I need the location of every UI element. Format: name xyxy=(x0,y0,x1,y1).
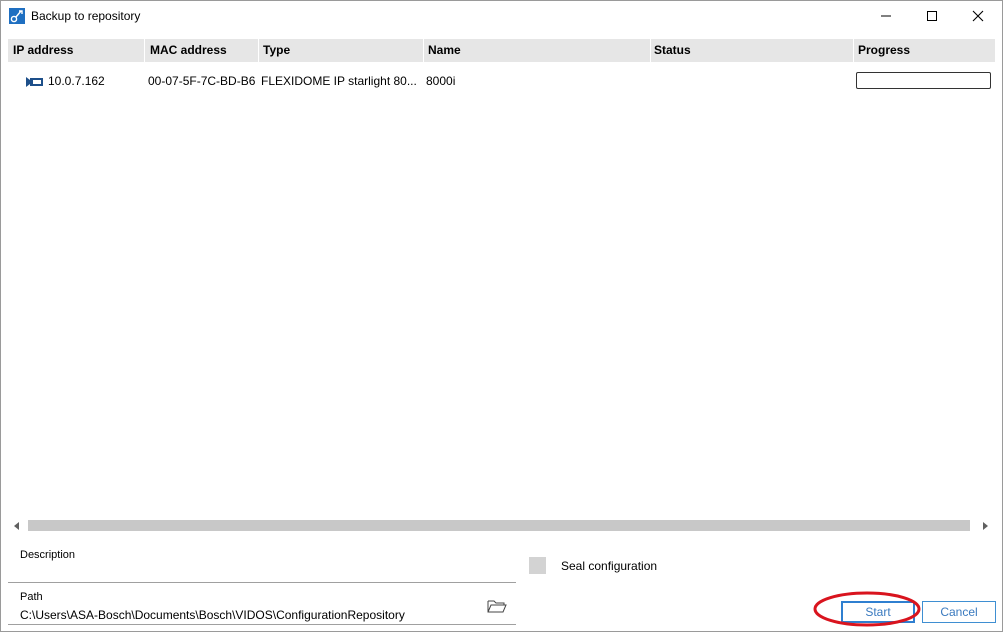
cell-ip: 10.0.7.162 xyxy=(48,74,105,88)
cell-status xyxy=(653,69,849,93)
table-row[interactable]: 10.0.7.162 00-07-5F-7C-BD-B6 FLEXIDOME I… xyxy=(8,69,995,93)
maximize-button[interactable] xyxy=(909,1,955,31)
column-header-progress[interactable]: Progress xyxy=(853,39,995,62)
column-header-type[interactable]: Type xyxy=(258,39,423,62)
cell-mac: 00-07-5F-7C-BD-B6 xyxy=(148,74,256,88)
cell-name: 8000i xyxy=(426,74,456,88)
scrollbar-thumb[interactable] xyxy=(28,520,970,531)
column-header-name[interactable]: Name xyxy=(423,39,649,62)
cell-type: FLEXIDOME IP starlight 80... xyxy=(261,74,417,88)
table-header: IP address MAC address Type Name Status … xyxy=(8,39,995,62)
app-icon xyxy=(9,8,25,24)
close-icon xyxy=(972,10,984,22)
maximize-icon xyxy=(927,11,937,21)
folder-icon[interactable] xyxy=(487,599,507,613)
camera-device-icon xyxy=(26,76,44,90)
column-header-mac[interactable]: MAC address xyxy=(145,39,258,62)
minimize-icon xyxy=(881,15,891,17)
minimize-button[interactable] xyxy=(863,1,909,31)
description-field[interactable] xyxy=(8,582,516,583)
horizontal-scrollbar[interactable] xyxy=(8,518,995,532)
title-bar[interactable]: Backup to repository xyxy=(1,1,1002,31)
scroll-left-icon[interactable] xyxy=(12,520,22,530)
scroll-right-icon[interactable] xyxy=(980,520,990,530)
start-button[interactable]: Start xyxy=(841,601,915,623)
seal-configuration-label: Seal configuration xyxy=(561,559,658,573)
seal-configuration-checkbox[interactable] xyxy=(529,557,546,574)
backup-dialog: Backup to repository IP address MAC addr… xyxy=(0,0,1003,632)
progress-bar xyxy=(856,72,991,89)
column-header-ip[interactable]: IP address xyxy=(8,39,144,62)
window-title: Backup to repository xyxy=(31,9,141,23)
column-header-status[interactable]: Status xyxy=(649,39,853,62)
path-label: Path xyxy=(20,591,43,603)
cancel-button[interactable]: Cancel xyxy=(922,601,996,623)
path-underline xyxy=(8,624,516,625)
path-field[interactable]: C:\Users\ASA-Bosch\Documents\Bosch\VIDOS… xyxy=(20,608,405,622)
close-button[interactable] xyxy=(955,1,1001,31)
description-label: Description xyxy=(20,549,76,561)
